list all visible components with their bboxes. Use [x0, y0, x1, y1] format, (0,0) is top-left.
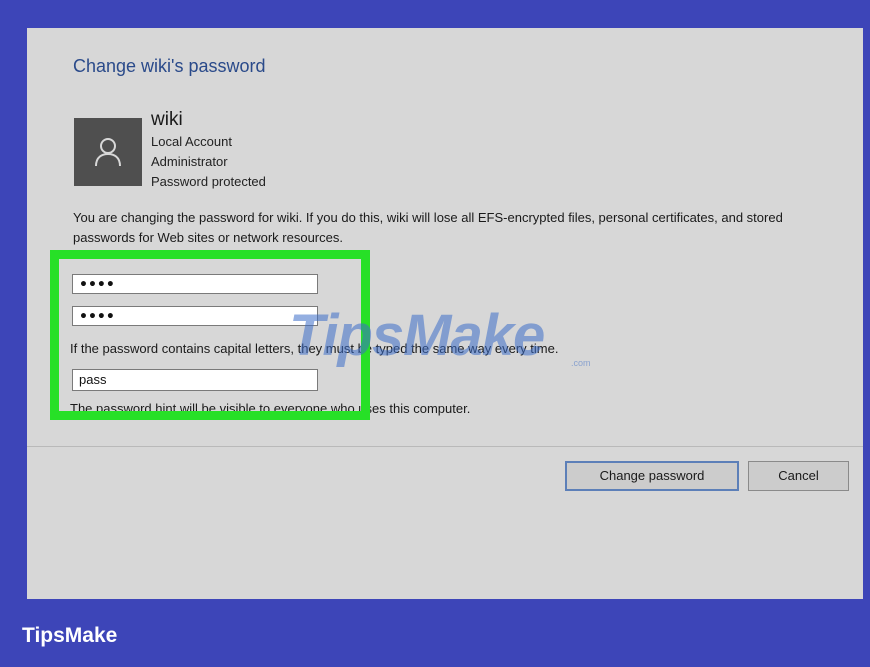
account-status: Password protected: [151, 174, 266, 189]
change-password-button[interactable]: Change password: [565, 461, 739, 491]
account-name: wiki: [151, 109, 183, 130]
dialog-divider: [27, 446, 863, 447]
account-type: Local Account: [151, 134, 232, 149]
watermark: TipsMake: [289, 303, 545, 368]
user-icon: [95, 138, 121, 167]
watermark-suffix: .com: [571, 358, 591, 368]
user-avatar: [74, 118, 142, 186]
efs-warning-text: You are changing the password for wiki. …: [73, 210, 783, 245]
account-role: Administrator: [151, 154, 228, 169]
change-password-dialog: Change wiki's password wiki Local Accoun…: [27, 28, 863, 599]
dialog-title: Change wiki's password: [73, 56, 266, 76]
brand-logo-text: TipsMake: [22, 624, 118, 647]
cancel-button[interactable]: Cancel: [748, 461, 849, 491]
